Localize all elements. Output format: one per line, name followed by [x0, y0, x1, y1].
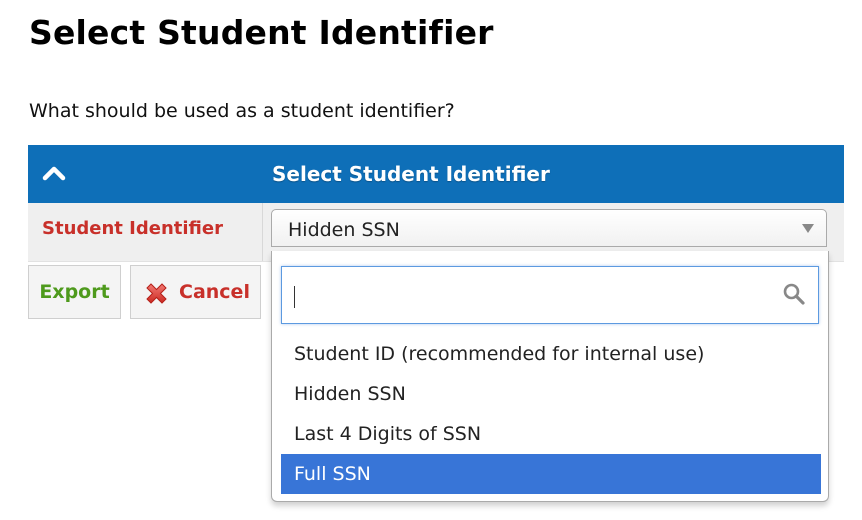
cancel-button[interactable]: Cancel	[130, 265, 261, 319]
cancel-label: Cancel	[179, 281, 250, 303]
dropdown-search-input[interactable]	[281, 266, 819, 324]
dropdown-options: Student ID (recommended for internal use…	[281, 334, 821, 494]
select-current-value: Hidden SSN	[288, 219, 400, 241]
dropdown-option-highlighted[interactable]: Full SSN	[281, 454, 821, 494]
page: Select Student Identifier What should be…	[0, 0, 862, 520]
dropdown-option[interactable]: Hidden SSN	[281, 374, 821, 414]
export-button[interactable]: Export	[28, 265, 121, 319]
page-title: Select Student Identifier	[29, 13, 494, 52]
search-icon	[783, 283, 805, 305]
row-divider	[262, 203, 263, 261]
dropdown-arrow-icon	[802, 224, 814, 233]
dropdown-panel: Student ID (recommended for internal use…	[271, 251, 829, 502]
question-text: What should be used as a student identif…	[29, 100, 455, 122]
panel-header: Select Student Identifier	[28, 145, 844, 203]
student-identifier-label: Student Identifier	[42, 218, 223, 239]
panel-title: Select Student Identifier	[272, 162, 550, 186]
text-caret	[294, 286, 295, 308]
student-identifier-select[interactable]: Hidden SSN	[271, 209, 827, 247]
dropdown-option[interactable]: Student ID (recommended for internal use…	[281, 334, 821, 374]
dropdown-option[interactable]: Last 4 Digits of SSN	[281, 414, 821, 454]
chevron-up-icon[interactable]	[40, 161, 68, 187]
red-x-icon	[146, 283, 167, 304]
